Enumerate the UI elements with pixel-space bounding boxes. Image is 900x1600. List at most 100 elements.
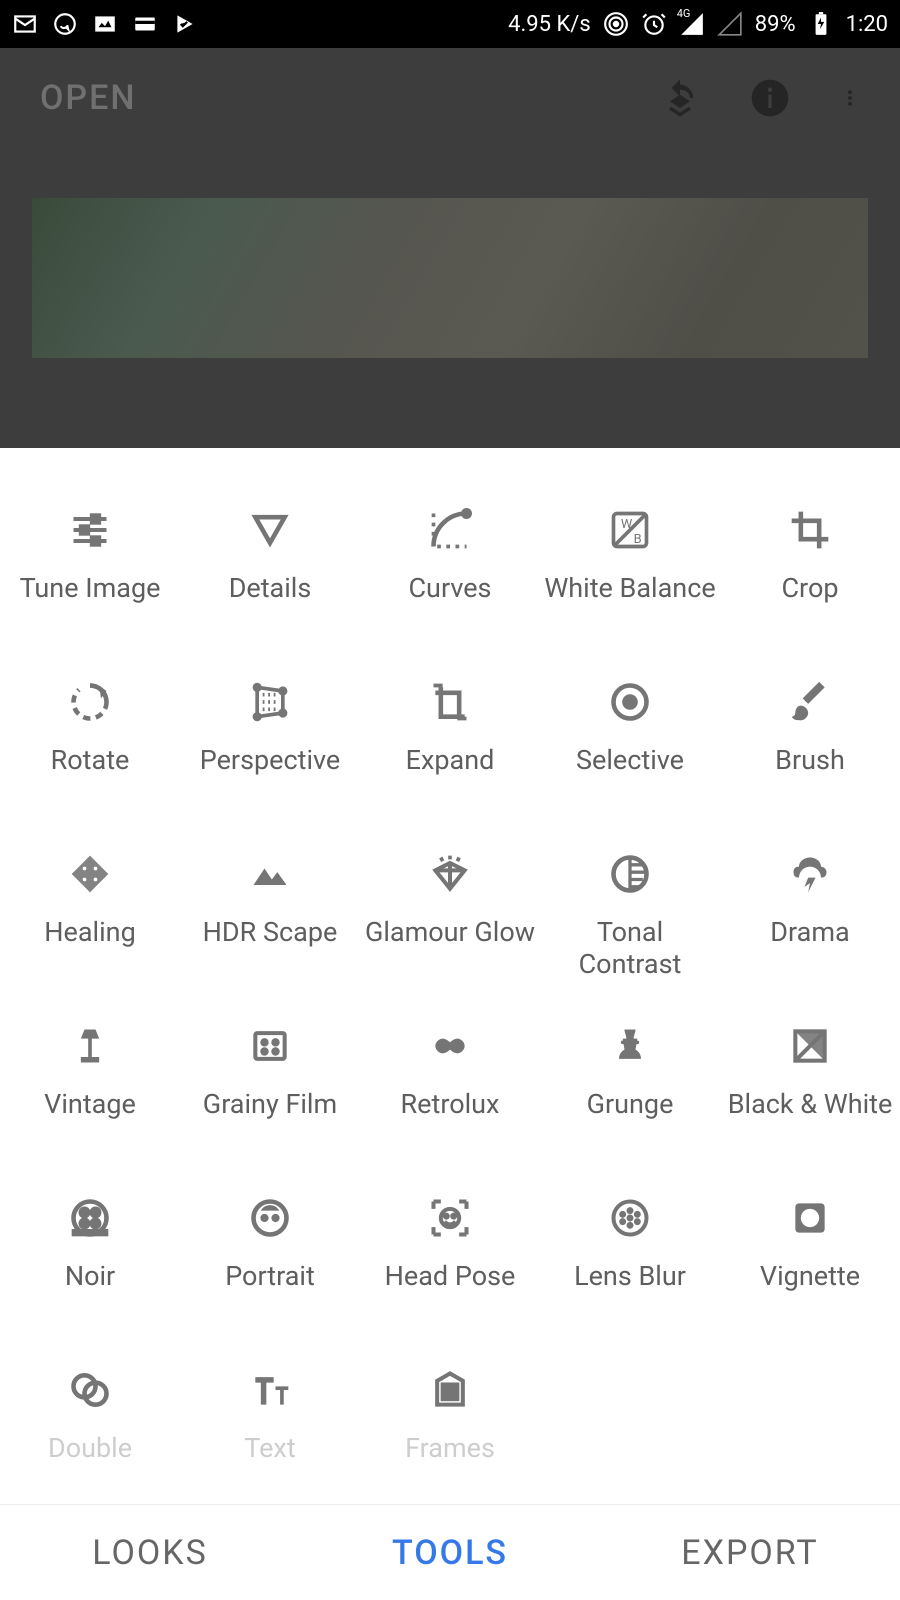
app-header: OPEN — [0, 48, 900, 148]
tool-label: HDR Scape — [199, 916, 342, 948]
play-check-icon — [172, 11, 198, 37]
bottom-tabs: LOOKS TOOLS EXPORT — [0, 1504, 900, 1600]
more-icon[interactable] — [840, 78, 860, 118]
tool-perspective[interactable]: Perspective — [180, 680, 360, 810]
svg-text:B: B — [634, 532, 642, 547]
status-bar: 4.95 K/s 4G 89% 1:20 — [0, 0, 900, 48]
tool-label: White Balance — [540, 572, 719, 604]
tool-rotate[interactable]: Rotate — [0, 680, 180, 810]
grunge-icon — [608, 1024, 652, 1068]
tool-label: Black & White — [724, 1088, 897, 1120]
expand-icon — [428, 680, 472, 724]
tool-grainy-film[interactable]: Grainy Film — [180, 1024, 360, 1154]
tool-black-white[interactable]: Black & White — [720, 1024, 900, 1154]
tool-label: Double — [44, 1432, 136, 1464]
tool-label: Frames — [401, 1432, 499, 1464]
tool-white-balance[interactable]: WB White Balance — [540, 508, 720, 638]
tool-label: Grainy Film — [199, 1088, 341, 1120]
brush-icon — [788, 680, 832, 724]
tab-tools[interactable]: TOOLS — [300, 1505, 600, 1600]
tool-label: Healing — [40, 916, 139, 948]
tools-grid: Tune Image Details Curves WB White Balan… — [0, 448, 900, 1504]
card-icon — [132, 11, 158, 37]
tool-brush[interactable]: Brush — [720, 680, 900, 810]
crop-icon — [788, 508, 832, 552]
tool-frames[interactable]: Frames — [360, 1368, 540, 1498]
tool-label: Head Pose — [381, 1260, 520, 1292]
tab-export[interactable]: EXPORT — [600, 1505, 900, 1600]
tool-label: Details — [225, 572, 316, 604]
healing-icon — [68, 852, 112, 896]
tool-label: Lens Blur — [570, 1260, 690, 1292]
tonal-contrast-icon — [608, 852, 652, 896]
tool-label: Expand — [402, 744, 499, 776]
tab-looks[interactable]: LOOKS — [0, 1505, 300, 1600]
tools-panel: Tune Image Details Curves WB White Balan… — [0, 448, 900, 1600]
tool-vintage[interactable]: Vintage — [0, 1024, 180, 1154]
tool-double[interactable]: Double — [0, 1368, 180, 1498]
tool-label: Vignette — [756, 1260, 864, 1292]
frames-icon — [428, 1368, 472, 1412]
lens-blur-icon — [608, 1196, 652, 1240]
battery-charging-icon — [808, 11, 834, 37]
tool-tonal-contrast[interactable]: Tonal Contrast — [540, 852, 720, 982]
retrolux-icon — [428, 1024, 472, 1068]
tool-hdr-scape[interactable]: HDR Scape — [180, 852, 360, 982]
hotspot-icon — [603, 11, 629, 37]
portrait-icon — [248, 1196, 292, 1240]
tool-grunge[interactable]: Grunge — [540, 1024, 720, 1154]
head-pose-icon — [428, 1196, 472, 1240]
tool-tune-image[interactable]: Tune Image — [0, 508, 180, 638]
tool-label: Tune Image — [16, 572, 165, 604]
tool-crop[interactable]: Crop — [720, 508, 900, 638]
tool-text[interactable]: Text — [180, 1368, 360, 1498]
tool-lens-blur[interactable]: Lens Blur — [540, 1196, 720, 1326]
tool-label: Vintage — [40, 1088, 140, 1120]
tool-retrolux[interactable]: Retrolux — [360, 1024, 540, 1154]
gmail-icon — [12, 11, 38, 37]
clock-time: 1:20 — [846, 12, 888, 37]
tool-label: Selective — [572, 744, 688, 776]
tool-vignette[interactable]: Vignette — [720, 1196, 900, 1326]
grainy-film-icon — [248, 1024, 292, 1068]
drama-icon — [788, 852, 832, 896]
tool-noir[interactable]: Noir — [0, 1196, 180, 1326]
double-icon — [68, 1368, 112, 1412]
tool-label: Rotate — [47, 744, 134, 776]
signal-4g-icon: 4G — [679, 11, 705, 37]
network-speed: 4.95 K/s — [508, 12, 591, 37]
info-icon[interactable] — [750, 78, 790, 118]
editor-dimmed-bg: OPEN — [0, 48, 900, 448]
tool-label: Curves — [404, 572, 495, 604]
open-button[interactable]: OPEN — [40, 78, 136, 118]
curves-icon — [428, 508, 472, 552]
tool-portrait[interactable]: Portrait — [180, 1196, 360, 1326]
rotate-icon — [68, 680, 112, 724]
tool-selective[interactable]: Selective — [540, 680, 720, 810]
tool-label: Portrait — [221, 1260, 319, 1292]
tune-image-icon — [68, 508, 112, 552]
undo-stack-icon[interactable] — [660, 78, 700, 118]
battery-percent: 89% — [755, 12, 796, 37]
tool-glamour-glow[interactable]: Glamour Glow — [360, 852, 540, 982]
vignette-icon — [788, 1196, 832, 1240]
image-icon — [92, 11, 118, 37]
white-balance-icon: WB — [608, 508, 652, 552]
tool-drama[interactable]: Drama — [720, 852, 900, 982]
tool-details[interactable]: Details — [180, 508, 360, 638]
selective-icon — [608, 680, 652, 724]
black-white-icon — [788, 1024, 832, 1068]
signal-empty-icon — [717, 11, 743, 37]
tool-expand[interactable]: Expand — [360, 680, 540, 810]
tool-label: Brush — [771, 744, 849, 776]
tool-curves[interactable]: Curves — [360, 508, 540, 638]
tool-label: Perspective — [196, 744, 345, 776]
tool-label: Grunge — [583, 1088, 678, 1120]
svg-text:W: W — [621, 517, 633, 532]
tool-head-pose[interactable]: Head Pose — [360, 1196, 540, 1326]
vintage-icon — [68, 1024, 112, 1068]
tool-healing[interactable]: Healing — [0, 852, 180, 982]
tool-label: Glamour Glow — [361, 916, 539, 948]
tool-label: Tonal Contrast — [540, 916, 720, 981]
whatsapp-icon — [52, 11, 78, 37]
